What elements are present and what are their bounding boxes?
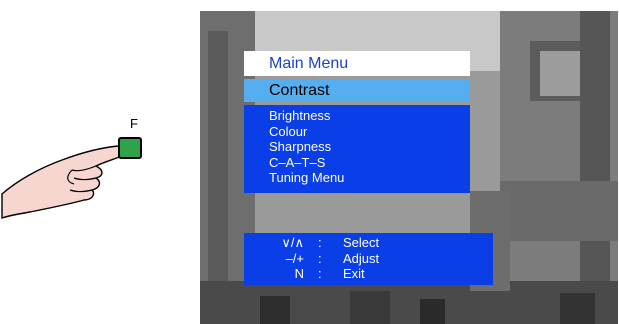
help-action-select: Select [343,235,380,250]
menu-item-sharpness[interactable]: Sharpness [269,139,470,155]
help-colon: : [318,235,322,250]
help-row-select: ∨/∧ : Select [244,235,493,251]
help-key-select: ∨/∧ [281,235,304,250]
f-key-label: F [130,116,138,131]
help-action-adjust: Adjust [343,250,380,266]
menu-item-contrast-selected[interactable]: Contrast [244,79,470,102]
help-row-adjust: –/+ : Adjust [244,251,493,267]
help-action-exit: Exit [343,266,365,281]
osd-menu-title: Main Menu [244,51,470,76]
help-row-exit: N : Exit [244,266,493,282]
f-key-button[interactable] [118,137,142,159]
help-colon: : [318,250,322,266]
menu-item-tuning-menu[interactable]: Tuning Menu [269,170,470,186]
tv-screen: Main Menu Contrast Brightness Colour Sha… [200,11,618,324]
osd-menu-list: Brightness Colour Sharpness C–A–T–S Tuni… [244,105,470,193]
osd-help-box: ∨/∧ : Select –/+ : Adjust N : Exit [244,233,493,285]
help-colon: : [318,266,322,281]
menu-item-colour[interactable]: Colour [269,124,470,140]
help-key-exit: N [294,266,304,281]
menu-item-cats[interactable]: C–A–T–S [269,155,470,171]
menu-item-brightness[interactable]: Brightness [269,108,470,124]
help-key-adjust: –/+ [285,250,304,266]
